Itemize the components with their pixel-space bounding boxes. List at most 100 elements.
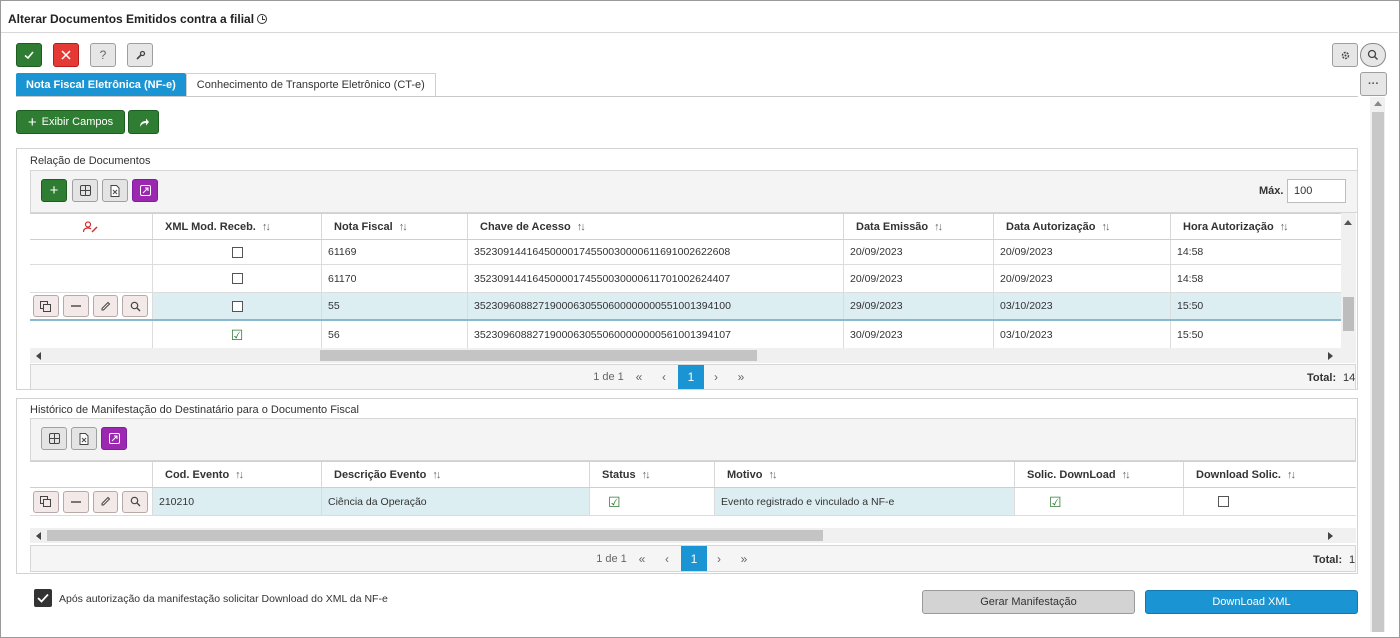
prev-page-button[interactable]: ‹ xyxy=(659,546,675,571)
sort-icon[interactable]: ↑↓ xyxy=(262,221,271,233)
xml-cell[interactable] xyxy=(153,240,322,264)
clock-icon[interactable] xyxy=(257,14,268,24)
column-header-solic[interactable]: Solic. DownLoad ↑↓ xyxy=(1015,462,1184,487)
last-page-button[interactable]: » xyxy=(736,546,752,571)
grid-layout-button[interactable] xyxy=(41,427,67,450)
add-document-button[interactable]: + xyxy=(41,179,67,202)
forward-button[interactable] xyxy=(128,110,159,134)
sort-icon[interactable]: ↑↓ xyxy=(642,469,651,481)
last-page-button[interactable]: » xyxy=(733,365,749,389)
confirm-button[interactable] xyxy=(16,43,42,67)
column-header-download[interactable]: Download Solic. ↑↓ xyxy=(1184,462,1356,487)
current-page-button[interactable]: 1 xyxy=(681,546,707,571)
documentos-grid-header: XML Mod. Receb. ↑↓ Nota Fiscal ↑↓ Chave de… xyxy=(30,213,1341,240)
xml-checkbox[interactable] xyxy=(231,246,243,258)
column-header-chave[interactable]: Chave de Acesso ↑↓ xyxy=(468,214,844,239)
more-options-button[interactable]: ··· xyxy=(1360,72,1387,96)
prev-page-button[interactable]: ‹ xyxy=(656,365,672,389)
scroll-right-arrow-icon[interactable] xyxy=(1328,352,1333,360)
copy-row-button[interactable] xyxy=(33,295,59,317)
sort-icon[interactable]: ↑↓ xyxy=(768,469,777,481)
export-excel-button[interactable] xyxy=(102,179,128,202)
excel-file-icon xyxy=(110,184,120,197)
column-header-actions[interactable] xyxy=(30,214,153,239)
xml-checkbox[interactable] xyxy=(231,300,243,312)
sort-icon[interactable]: ↑↓ xyxy=(1122,469,1131,481)
documentos-hscroll-thumb[interactable] xyxy=(320,350,757,361)
help-button[interactable]: ? xyxy=(90,43,116,67)
sort-icon[interactable]: ↑↓ xyxy=(934,221,943,233)
documentos-hscroll[interactable] xyxy=(30,348,1356,363)
remove-row-button[interactable] xyxy=(62,490,89,513)
sort-icon[interactable]: ↑↓ xyxy=(577,221,586,233)
next-page-button[interactable]: › xyxy=(711,546,727,571)
historico-hscroll[interactable] xyxy=(30,528,1356,543)
download-checkbox[interactable] xyxy=(1218,496,1229,507)
sort-icon[interactable]: ↑↓ xyxy=(235,469,244,481)
checked-checkbox-icon[interactable]: ☑ xyxy=(608,495,621,509)
gerar-manifestacao-button[interactable]: Gerar Manifestação xyxy=(922,590,1135,614)
settings-button[interactable] xyxy=(1332,43,1358,67)
copy-row-button[interactable] xyxy=(33,490,59,513)
tab-nfe[interactable]: Nota Fiscal Eletrônica (NF-e) xyxy=(16,73,186,96)
download-cell[interactable] xyxy=(1184,488,1356,515)
cancel-button[interactable] xyxy=(53,43,79,67)
edit-row-button[interactable] xyxy=(92,295,119,317)
download-xml-button[interactable]: DownLoad XML xyxy=(1145,590,1358,614)
scroll-left-arrow-icon[interactable] xyxy=(36,532,41,540)
sort-icon[interactable]: ↑↓ xyxy=(1280,221,1289,233)
scroll-up-arrow-icon[interactable] xyxy=(1344,220,1352,225)
search-button[interactable] xyxy=(1360,43,1386,67)
expand-button[interactable] xyxy=(132,179,158,202)
grid-layout-button[interactable] xyxy=(72,179,98,202)
auto-download-checkbox[interactable] xyxy=(34,589,52,607)
sort-icon[interactable]: ↑↓ xyxy=(1101,221,1110,233)
edit-row-button[interactable] xyxy=(92,490,119,513)
xml-cell[interactable]: ☑ xyxy=(153,321,322,348)
remove-row-button[interactable] xyxy=(62,295,89,317)
xml-checkbox[interactable] xyxy=(231,273,243,284)
column-header-autorizacao[interactable]: Data Autorização ↑↓ xyxy=(994,214,1171,239)
view-row-button[interactable] xyxy=(122,295,148,317)
column-header-motivo[interactable]: Motivo ↑↓ xyxy=(715,462,1015,487)
first-page-button[interactable]: « xyxy=(631,365,647,389)
sort-icon[interactable]: ↑↓ xyxy=(399,221,408,233)
tools-button[interactable] xyxy=(127,43,153,67)
documentos-vscroll-thumb[interactable] xyxy=(1343,297,1354,331)
table-row[interactable]: ☑ 56 35230960882719000630550600000000561… xyxy=(30,321,1341,348)
historico-hscroll-thumb[interactable] xyxy=(47,530,823,541)
scroll-left-arrow-icon[interactable] xyxy=(36,352,41,360)
export-excel-button[interactable] xyxy=(71,427,97,450)
scroll-up-arrow-icon[interactable] xyxy=(1374,101,1382,106)
table-row[interactable]: 61170 3523091441645000017455003000061170… xyxy=(30,265,1341,293)
current-page-button[interactable]: 1 xyxy=(678,365,704,389)
column-header-status[interactable]: Status ↑↓ xyxy=(590,462,715,487)
tab-cte[interactable]: Conhecimento de Transporte Eletrônico (C… xyxy=(185,73,436,96)
column-header-hora[interactable]: Hora Autorização ↑↓ xyxy=(1171,214,1341,239)
chave-cell: 3523096088271900063055060000000055100139… xyxy=(468,293,844,319)
table-row[interactable]: 210210 Ciência da Operação ☑ Evento regi… xyxy=(30,488,1356,516)
table-row[interactable]: 61169 3523091441645000017455003000061169… xyxy=(30,240,1341,265)
sort-icon[interactable]: ↑↓ xyxy=(1287,469,1296,481)
status-cell[interactable]: ☑ xyxy=(590,488,715,515)
checked-checkbox-icon[interactable]: ☑ xyxy=(231,328,244,342)
xml-cell[interactable] xyxy=(153,265,322,292)
table-row-selected[interactable]: 55 3523096088271900063055060000000055100… xyxy=(30,293,1341,321)
scroll-right-arrow-icon[interactable] xyxy=(1328,532,1333,540)
column-header-emissao[interactable]: Data Emissão ↑↓ xyxy=(844,214,994,239)
exibir-campos-button[interactable]: + Exibir Campos xyxy=(16,110,125,134)
first-page-button[interactable]: « xyxy=(634,546,650,571)
expand-button[interactable] xyxy=(101,427,127,450)
xml-cell[interactable] xyxy=(153,293,322,319)
view-row-button[interactable] xyxy=(122,490,148,513)
page-scrollbar-thumb[interactable] xyxy=(1372,112,1384,632)
sort-icon[interactable]: ↑↓ xyxy=(432,469,441,481)
solic-cell[interactable]: ☑ xyxy=(1015,488,1184,515)
column-header-cod[interactable]: Cod. Evento ↑↓ xyxy=(153,462,322,487)
column-header-xml[interactable]: XML Mod. Receb. ↑↓ xyxy=(153,214,322,239)
column-header-descricao[interactable]: Descrição Evento ↑↓ xyxy=(322,462,590,487)
next-page-button[interactable]: › xyxy=(708,365,724,389)
max-records-input[interactable]: 100 xyxy=(1287,179,1346,203)
checked-checkbox-icon[interactable]: ☑ xyxy=(1049,495,1062,509)
column-header-nota[interactable]: Nota Fiscal ↑↓ xyxy=(322,214,468,239)
